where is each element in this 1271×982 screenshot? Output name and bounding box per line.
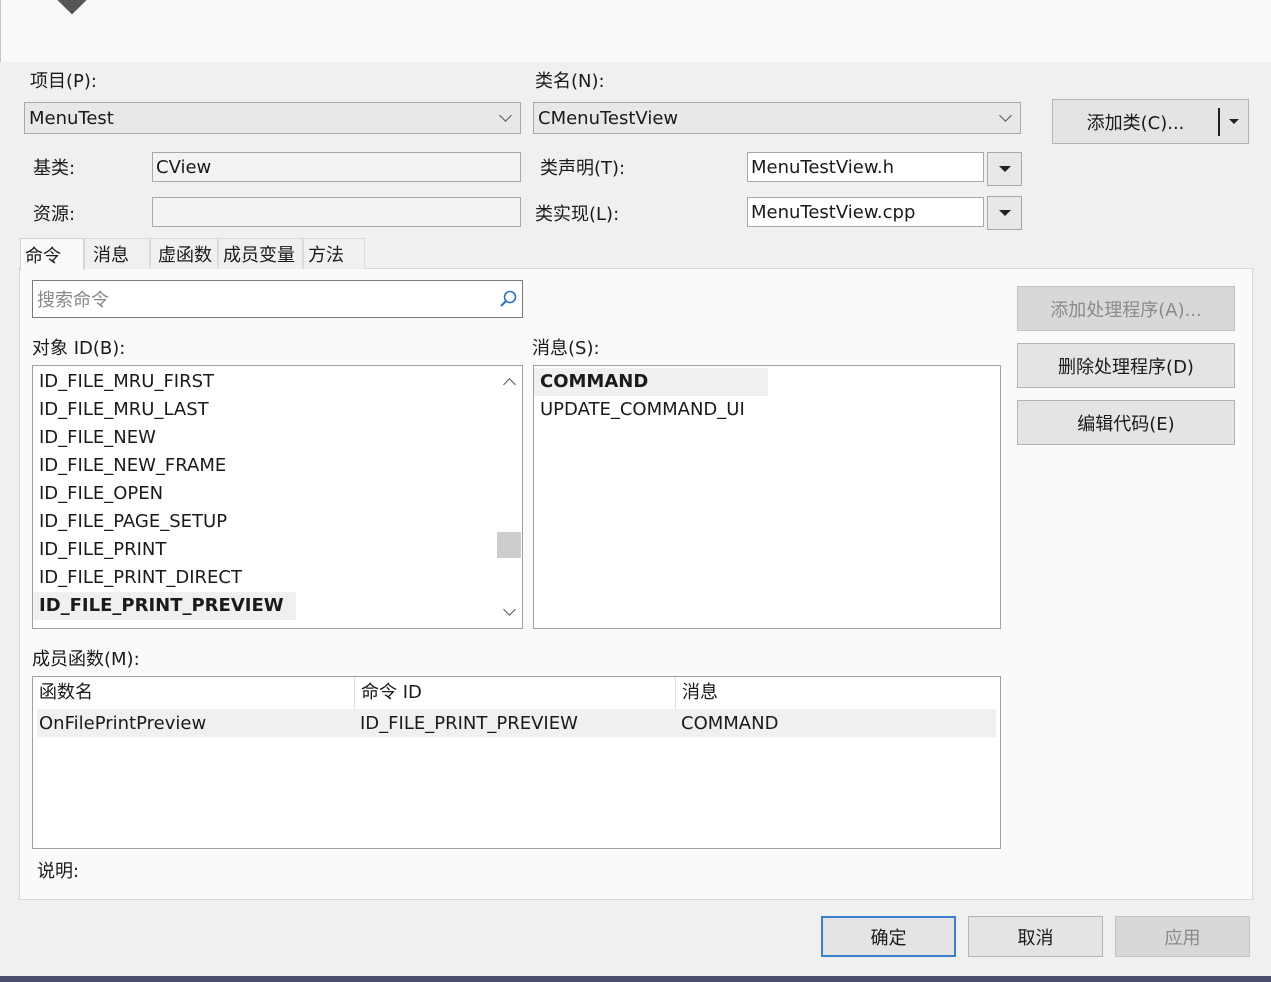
tab-commands[interactable]: 命令 [20, 238, 84, 270]
class-name-combo[interactable]: CMenuTestView [533, 102, 1021, 134]
delete-handler-button[interactable]: 删除处理程序(D) [1017, 343, 1235, 388]
list-item[interactable]: ID_FILE_MRU_LAST [33, 396, 522, 424]
messages-label: 消息(S): [532, 338, 600, 359]
list-item[interactable]: ID_FILE_NEW_FRAME [33, 452, 522, 480]
scrollbar-thumb[interactable] [497, 532, 521, 558]
scroll-up-icon[interactable] [496, 374, 522, 391]
column-header-function[interactable]: 函数名 [33, 677, 355, 709]
resource-label: 资源: [33, 204, 76, 225]
cell-command-id: ID_FILE_PRINT_PREVIEW [360, 712, 578, 734]
object-id-label: 对象 ID(B): [32, 338, 126, 359]
table-row[interactable]: OnFilePrintPreview ID_FILE_PRINT_PREVIEW… [37, 709, 996, 737]
list-item[interactable]: ID_FILE_OPEN [33, 480, 522, 508]
class-name-label: 类名(N): [535, 71, 605, 92]
app-icon [56, 0, 88, 15]
tab-strip: 命令 消息 虚函数 成员变量 方法 [20, 238, 365, 270]
cell-message: COMMAND [681, 712, 779, 734]
class-decl-dropdown[interactable] [987, 152, 1022, 186]
list-item[interactable]: ID_FILE_PRINT [33, 536, 522, 564]
dropdown-arrow-icon [998, 210, 1011, 216]
list-item[interactable]: UPDATE_COMMAND_UI [534, 396, 1000, 424]
edit-code-button[interactable]: 编辑代码(E) [1017, 400, 1235, 445]
tab-messages[interactable]: 消息 [84, 238, 150, 269]
list-item[interactable]: ID_FILE_PRINT_DIRECT [33, 564, 522, 592]
cancel-button[interactable]: 取消 [968, 916, 1103, 957]
member-functions-label: 成员函数(M): [32, 649, 140, 670]
class-decl-label: 类声明(T): [540, 158, 626, 179]
add-class-label: 添加类(C)... [1086, 112, 1185, 134]
scroll-down-icon[interactable] [496, 603, 522, 620]
base-class-label: 基类: [33, 158, 76, 179]
tab-member-variables[interactable]: 成员变量 [218, 238, 303, 269]
resource-field[interactable] [152, 197, 521, 227]
class-decl-field[interactable]: MenuTestView.h [747, 152, 984, 182]
class-impl-label: 类实现(L): [535, 204, 620, 225]
window-bottom-border [0, 976, 1271, 982]
object-id-scrollbar[interactable] [496, 366, 522, 628]
list-item[interactable]: ID_FILE_MRU_FIRST [33, 368, 522, 396]
member-functions-table[interactable]: 函数名 命令 ID 消息 OnFilePrintPreview ID_FILE_… [32, 676, 1001, 849]
class-impl-field[interactable]: MenuTestView.cpp [747, 197, 984, 227]
description-label: 说明: [37, 861, 80, 882]
class-impl-dropdown[interactable] [987, 196, 1022, 230]
search-box[interactable]: 搜索命令 [32, 280, 523, 318]
messages-list[interactable]: COMMAND UPDATE_COMMAND_UI [533, 365, 1001, 629]
chevron-down-icon [490, 109, 520, 122]
column-header-message[interactable]: 消息 [676, 677, 1000, 709]
list-item-selected[interactable]: COMMAND [534, 368, 768, 396]
table-header: 函数名 命令 ID 消息 [33, 677, 1000, 709]
tab-virtual-functions[interactable]: 虚函数 [150, 238, 218, 269]
add-class-button[interactable]: 添加类(C)... [1052, 99, 1249, 144]
dropdown-arrow-icon[interactable] [1220, 119, 1248, 124]
apply-button[interactable]: 应用 [1115, 916, 1250, 957]
cell-function: OnFilePrintPreview [39, 712, 207, 734]
search-input[interactable]: 搜索命令 [37, 286, 494, 312]
object-id-list[interactable]: ID_FILE_MRU_FIRST ID_FILE_MRU_LAST ID_FI… [32, 365, 523, 629]
search-icon[interactable] [494, 289, 522, 309]
column-header-command-id[interactable]: 命令 ID [355, 677, 676, 709]
list-item-selected[interactable]: ID_FILE_PRINT_PREVIEW [33, 592, 296, 620]
list-item[interactable]: ID_FILE_NEW [33, 424, 522, 452]
title-bar [0, 0, 1271, 62]
project-value: MenuTest [29, 107, 114, 129]
tab-methods[interactable]: 方法 [303, 238, 365, 269]
class-name-value: CMenuTestView [538, 107, 679, 129]
ok-button[interactable]: 确定 [821, 916, 956, 957]
base-class-field[interactable]: CView [152, 152, 521, 182]
list-item[interactable]: ID_FILE_PAGE_SETUP [33, 508, 522, 536]
dropdown-arrow-icon [998, 166, 1011, 172]
project-label: 项目(P): [30, 71, 97, 92]
project-combo[interactable]: MenuTest [24, 102, 521, 134]
chevron-down-icon [990, 109, 1020, 122]
add-handler-button[interactable]: 添加处理程序(A)... [1017, 286, 1235, 331]
